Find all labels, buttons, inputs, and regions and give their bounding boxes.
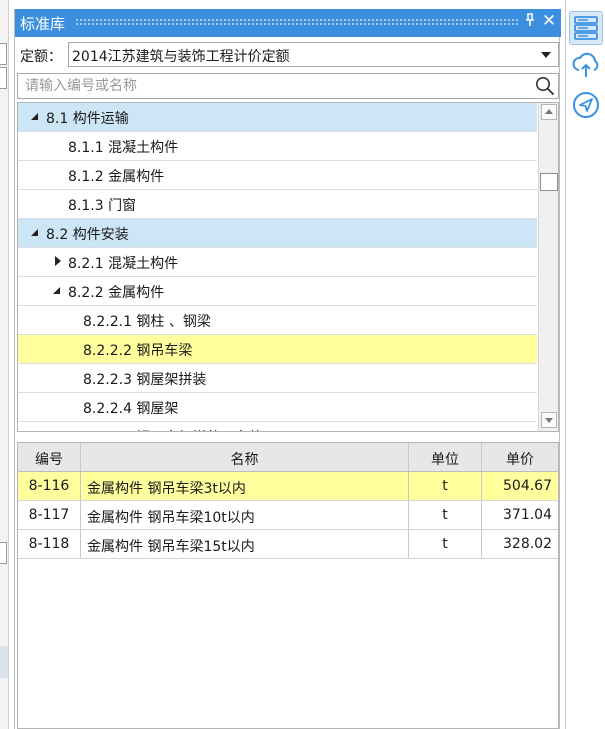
quota-select-value: 2014江苏建筑与装饰工程计价定额 — [72, 49, 290, 65]
cell-name: 金属构件 钢吊车梁10t以内 — [81, 501, 409, 529]
quota-items-table: 编号 名称 单位 单价 8-116 金属构件 钢吊车梁3t以内 t 504.67 8-117 金… — [17, 442, 559, 729]
panel-title: 标准库 — [20, 15, 66, 33]
cell-price: 328.02 — [482, 530, 558, 558]
navigation-arrow-button[interactable] — [569, 88, 603, 122]
cloud-upload-icon — [571, 51, 601, 83]
quota-chapter-tree: 8.1 构件运输 8.1.1 混凝土构件 8.1.2 金属构件 8.1.3 门窗 8.2… — [17, 102, 559, 432]
tree-node-label: 8.1.1 混凝土构件 — [68, 140, 179, 156]
table-header: 编号 名称 单位 单价 — [18, 443, 558, 472]
scroll-thumb[interactable] — [540, 173, 558, 191]
cell-code: 8-117 — [18, 501, 81, 529]
tree-node-label: 8.2.2.3 钢屋架拼装 — [83, 372, 207, 388]
standard-library-panel: 标准库 ✕ 定额： 2014江苏建筑与装饰工程计价定额 8.1 构件运输 8.1.… — [14, 9, 561, 729]
tree-node-label: 8.1.3 门窗 — [68, 198, 137, 214]
unit-header-text: 单位 — [431, 452, 459, 468]
expanded-triangle-icon[interactable] — [31, 113, 38, 120]
drag-grip[interactable] — [75, 18, 520, 27]
search-input[interactable] — [18, 74, 528, 98]
tree-node-label: 8.2.2.2 钢吊车梁 — [83, 343, 193, 359]
right-tool-rail — [565, 0, 605, 729]
tree-node[interactable]: 8.2 构件安装 — [18, 219, 537, 248]
scroll-up-button[interactable] — [541, 104, 557, 120]
name-header[interactable]: 名称 — [81, 443, 409, 471]
tree-node[interactable]: 8.1.1 混凝土构件 — [18, 132, 537, 161]
tree-node[interactable]: 8.1 构件运输 — [18, 103, 537, 132]
table-row[interactable]: 8-116 金属构件 钢吊车梁3t以内 t 504.67 — [18, 472, 558, 501]
name-header-text: 名称 — [230, 452, 259, 468]
background-field — [0, 542, 7, 564]
background-field — [0, 43, 7, 65]
cell-code-text: 8-116 — [28, 478, 70, 494]
tree-node[interactable]: 8.2.2.3 钢屋架拼装 — [18, 364, 537, 393]
cell-name: 金属构件 钢吊车梁15t以内 — [81, 530, 409, 558]
search-icon[interactable] — [535, 76, 555, 96]
tree-node[interactable]: 8.2.1 混凝土构件 — [18, 248, 537, 277]
cell-price-text: 328.02 — [503, 536, 552, 552]
pin-icon[interactable] — [523, 13, 537, 31]
navigation-arrow-icon — [571, 90, 601, 124]
tree-node[interactable]: 8.2.2.4 钢屋架 — [18, 393, 537, 422]
cell-code-text: 8-117 — [28, 507, 70, 523]
tree-node-label: 8.2.2.5 钢天窗架拼装、安装 — [83, 427, 262, 431]
background-window-edge — [0, 0, 9, 729]
cell-price: 504.67 — [482, 472, 558, 500]
cell-code: 8-116 — [18, 472, 81, 500]
tree-node-label: 8.2.2.4 钢屋架 — [83, 401, 179, 417]
server-list-icon — [572, 14, 600, 46]
server-list-button[interactable] — [569, 11, 603, 45]
tree-node[interactable]: 8.1.2 金属构件 — [18, 161, 537, 190]
tree-node[interactable]: 8.1.3 门窗 — [18, 190, 537, 219]
cell-code: 8-118 — [18, 530, 81, 558]
arrow-up-icon — [545, 109, 553, 114]
tree-node-label: 8.2 构件安装 — [46, 227, 129, 243]
background-band — [0, 646, 8, 678]
cell-price-text: 371.04 — [503, 507, 552, 523]
cell-unit: t — [409, 530, 482, 558]
search-box — [17, 73, 559, 99]
code-header[interactable]: 编号 — [18, 443, 81, 471]
tree-node-label: 8.1.2 金属构件 — [68, 169, 165, 185]
table-row[interactable]: 8-117 金属构件 钢吊车梁10t以内 t 371.04 — [18, 501, 558, 530]
price-header-text: 单价 — [506, 452, 534, 468]
tree-node[interactable]: 8.2.2 金属构件 — [18, 277, 537, 306]
quota-row: 定额： 2014江苏建筑与装饰工程计价定额 — [15, 41, 561, 67]
cell-unit-text: t — [442, 507, 448, 523]
tree-node[interactable]: 8.2.2.5 钢天窗架拼装、安装 — [18, 422, 537, 431]
panel-titlebar[interactable]: 标准库 ✕ — [15, 9, 561, 37]
chevron-down-icon — [541, 52, 551, 58]
cell-unit-text: t — [442, 478, 448, 494]
tree-node[interactable]: 8.2.2.2 钢吊车梁 — [18, 335, 537, 364]
code-header-text: 编号 — [35, 452, 63, 468]
tree-node-label: 8.1 构件运输 — [46, 111, 129, 127]
expanded-triangle-icon[interactable] — [53, 287, 60, 294]
cell-unit: t — [409, 501, 482, 529]
cell-code-text: 8-118 — [28, 536, 70, 552]
cell-name: 金属构件 钢吊车梁3t以内 — [81, 472, 409, 500]
table-row[interactable]: 8-118 金属构件 钢吊车梁15t以内 t 328.02 — [18, 530, 558, 559]
price-header[interactable]: 单价 — [482, 443, 558, 471]
cell-price: 371.04 — [482, 501, 558, 529]
collapsed-triangle-icon[interactable] — [55, 256, 61, 266]
cell-name-text: 金属构件 钢吊车梁3t以内 — [87, 481, 246, 497]
scroll-down-button[interactable] — [541, 412, 557, 428]
cell-price-text: 504.67 — [503, 478, 552, 494]
tree-scrollbar[interactable] — [538, 103, 558, 431]
cell-name-text: 金属构件 钢吊车梁10t以内 — [87, 510, 255, 526]
unit-header[interactable]: 单位 — [409, 443, 482, 471]
expanded-triangle-icon[interactable] — [31, 229, 38, 236]
close-icon[interactable]: ✕ — [541, 11, 557, 31]
tree-node-label: 8.2.1 混凝土构件 — [68, 256, 179, 272]
arrow-down-icon — [545, 418, 553, 423]
tree-node-label: 8.2.2 金属构件 — [68, 285, 165, 301]
tree-node-label: 8.2.2.1 钢柱 、钢梁 — [83, 314, 211, 330]
cell-name-text: 金属构件 钢吊车梁15t以内 — [87, 539, 255, 555]
cell-unit-text: t — [442, 536, 448, 552]
tree-node[interactable]: 8.2.2.1 钢柱 、钢梁 — [18, 306, 537, 335]
quota-select[interactable]: 2014江苏建筑与装饰工程计价定额 — [68, 42, 559, 67]
quota-label: 定额： — [20, 49, 62, 65]
cell-unit: t — [409, 472, 482, 500]
cloud-upload-button[interactable] — [569, 49, 603, 83]
background-field — [0, 67, 7, 89]
